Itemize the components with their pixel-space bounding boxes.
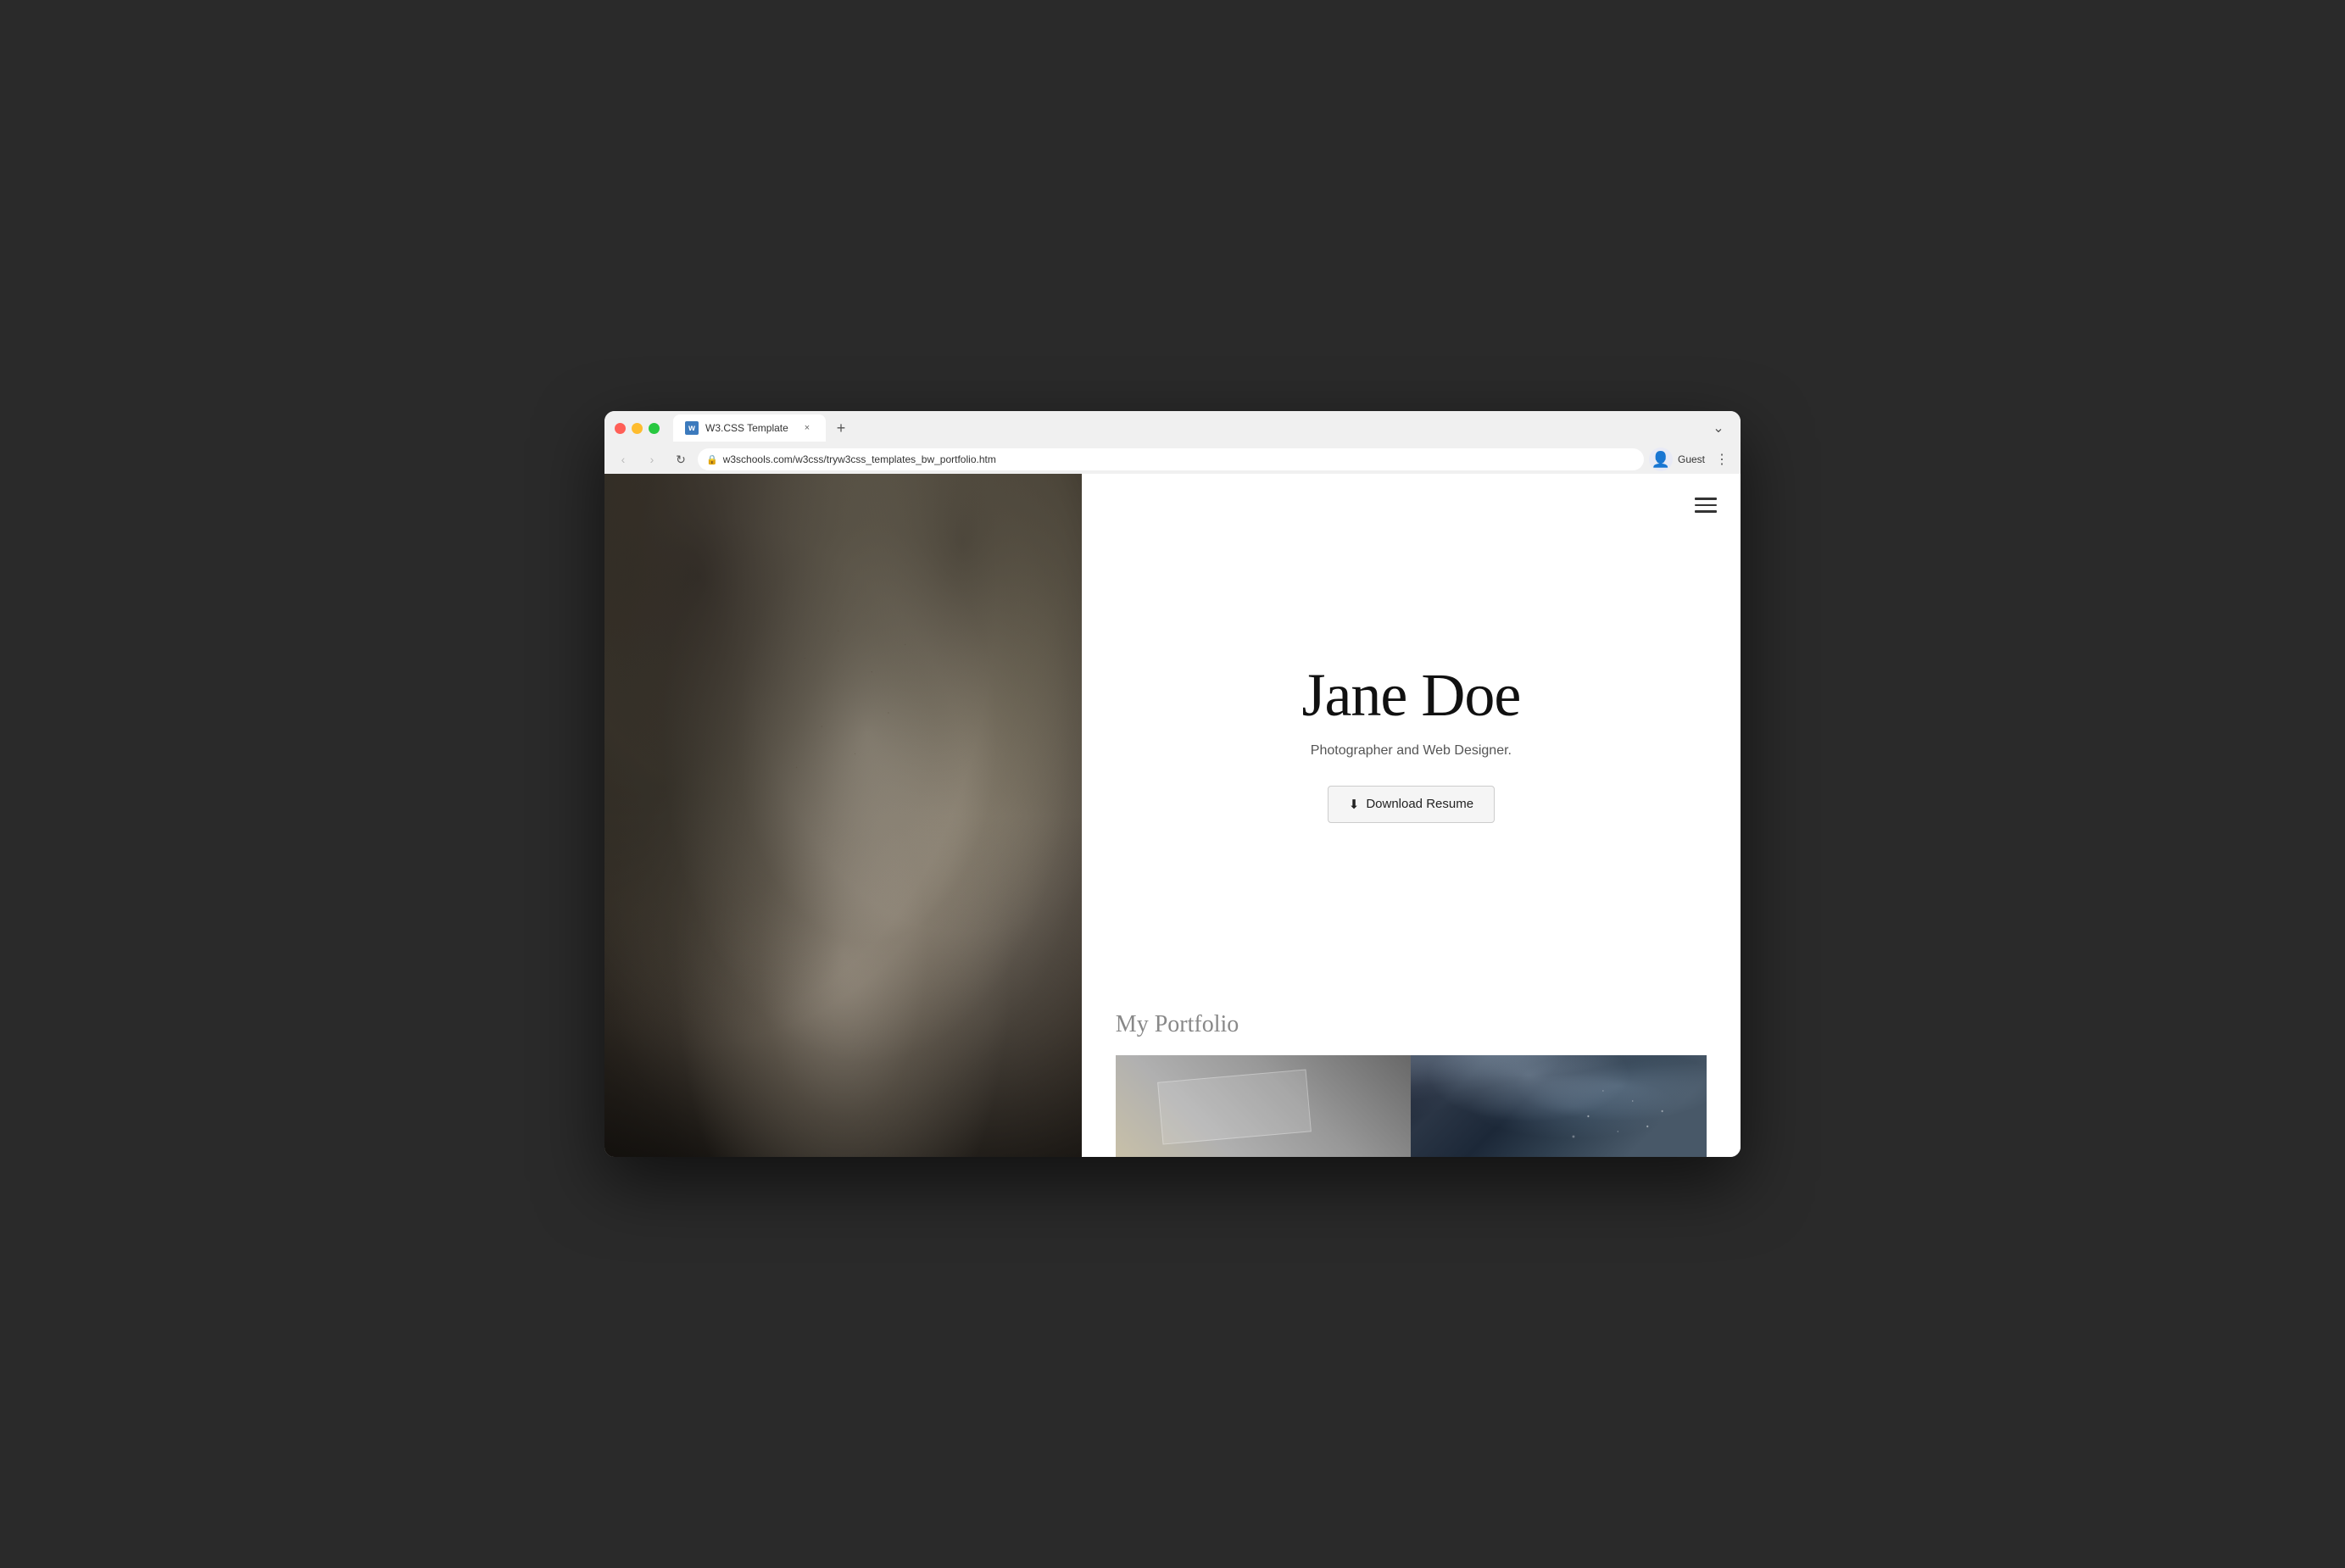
download-icon: ⬇ bbox=[1349, 797, 1360, 812]
new-tab-button[interactable]: + bbox=[829, 416, 853, 440]
portfolio-item-2[interactable] bbox=[1411, 1055, 1707, 1157]
hamburger-menu-button[interactable] bbox=[1688, 491, 1724, 520]
hero-subtitle: Photographer and Web Designer. bbox=[1311, 743, 1512, 759]
traffic-lights bbox=[615, 423, 660, 434]
download-resume-label: Download Resume bbox=[1366, 797, 1473, 811]
hero-name: Jane Doe bbox=[1301, 662, 1520, 729]
portfolio-grid bbox=[1116, 1055, 1707, 1157]
minimize-traffic-light[interactable] bbox=[632, 423, 643, 434]
hamburger-line-1 bbox=[1695, 498, 1717, 500]
hero-section: Jane Doe Photographer and Web Designer. … bbox=[1082, 474, 1741, 994]
photo-background bbox=[604, 474, 1082, 1157]
portfolio-item-1[interactable] bbox=[1116, 1055, 1412, 1157]
back-button[interactable]: ‹ bbox=[611, 448, 635, 471]
profile-icon[interactable]: 👤 bbox=[1649, 448, 1673, 471]
browser-chrome: w W3.CSS Template × + ⌄ ‹ › ↻ 🔒 w3school… bbox=[604, 411, 1741, 474]
tab-title: W3.CSS Template bbox=[705, 422, 794, 434]
window-controls: ⌄ bbox=[1707, 416, 1730, 440]
tab-bar: w W3.CSS Template × + bbox=[666, 414, 1700, 442]
content-panel: Jane Doe Photographer and Web Designer. … bbox=[1082, 474, 1741, 1157]
active-tab[interactable]: w W3.CSS Template × bbox=[673, 414, 826, 442]
lock-icon: 🔒 bbox=[706, 454, 718, 465]
reload-button[interactable]: ↻ bbox=[669, 448, 693, 471]
address-bar-row: ‹ › ↻ 🔒 w3schools.com/w3css/tryw3css_tem… bbox=[604, 445, 1741, 474]
freckle-overlay bbox=[771, 576, 939, 849]
url-bar[interactable]: 🔒 w3schools.com/w3css/tryw3css_templates… bbox=[698, 448, 1644, 470]
forward-button[interactable]: › bbox=[640, 448, 664, 471]
hamburger-line-3 bbox=[1695, 510, 1717, 513]
hero-photo-panel bbox=[604, 474, 1082, 1157]
tab-close-button[interactable]: × bbox=[800, 421, 814, 435]
browser-window: w W3.CSS Template × + ⌄ ‹ › ↻ 🔒 w3school… bbox=[604, 411, 1741, 1157]
tab-favicon: w bbox=[685, 421, 699, 435]
website-content: Jane Doe Photographer and Web Designer. … bbox=[604, 474, 1741, 1157]
hamburger-line-2 bbox=[1695, 504, 1717, 507]
close-traffic-light[interactable] bbox=[615, 423, 626, 434]
window-chevron-button[interactable]: ⌄ bbox=[1707, 416, 1730, 440]
url-text: w3schools.com/w3css/tryw3css_templates_b… bbox=[723, 453, 996, 465]
profile-avatar-icon: 👤 bbox=[1652, 451, 1670, 469]
more-options-button[interactable]: ⋮ bbox=[1710, 448, 1734, 471]
maximize-traffic-light[interactable] bbox=[649, 423, 660, 434]
sparkles-overlay bbox=[1411, 1055, 1707, 1157]
guest-label: Guest bbox=[1678, 453, 1705, 465]
portfolio-title: My Portfolio bbox=[1116, 1011, 1707, 1038]
titlebar: w W3.CSS Template × + ⌄ bbox=[604, 411, 1741, 445]
download-resume-button[interactable]: ⬇ Download Resume bbox=[1328, 786, 1495, 823]
portfolio-section: My Portfolio bbox=[1082, 994, 1741, 1157]
